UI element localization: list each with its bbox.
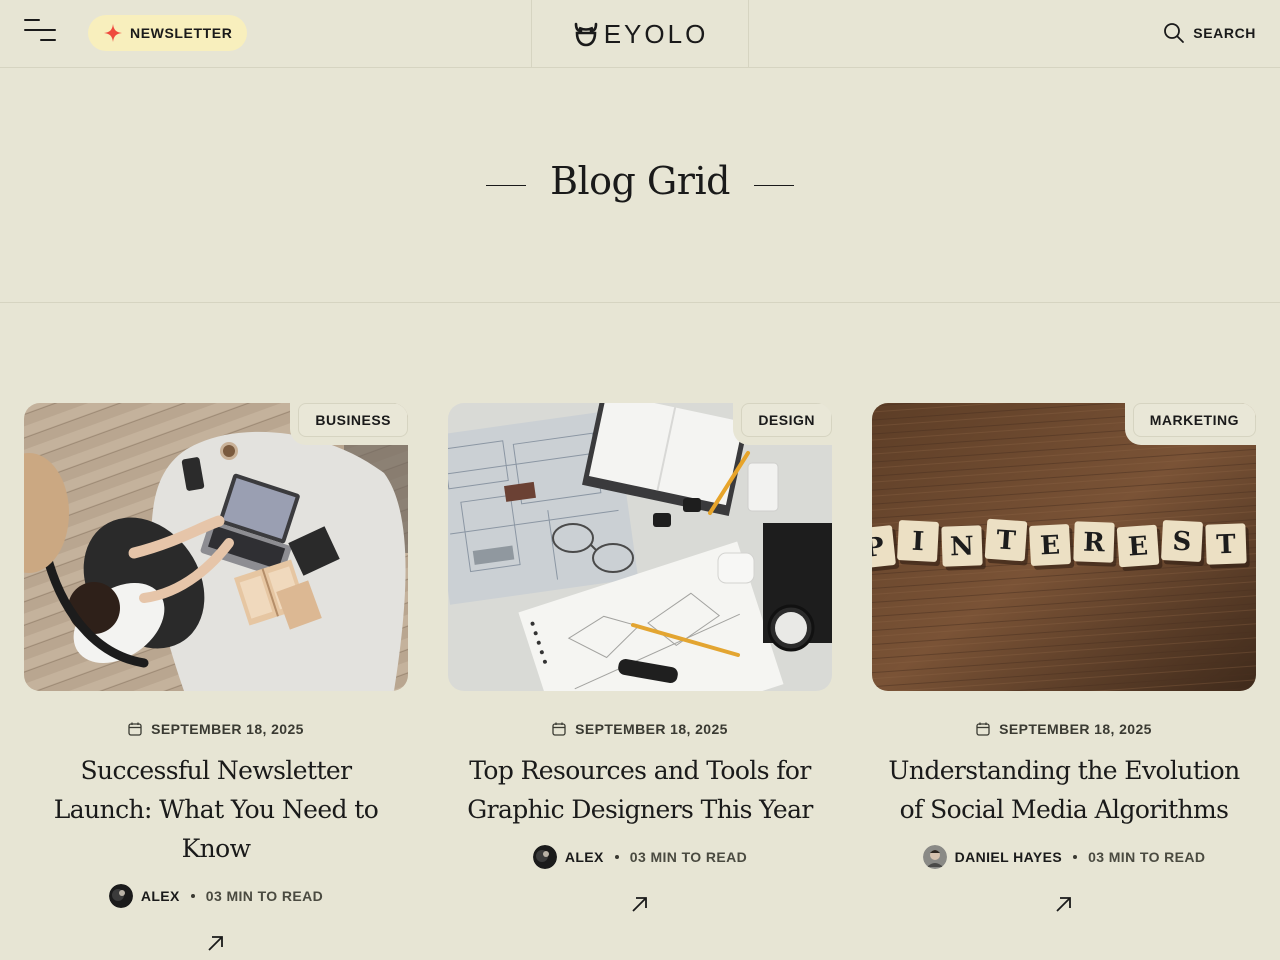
category-tag[interactable]: DESIGN: [741, 403, 832, 437]
letter-tile: T: [1205, 523, 1250, 569]
letter-tiles: PINTEREST: [872, 518, 1250, 573]
logo-text: EYOLO: [603, 18, 709, 49]
search-button[interactable]: SEARCH: [1163, 20, 1256, 46]
arrow-up-right-icon[interactable]: [1053, 893, 1075, 915]
letter-tile: P: [872, 525, 900, 573]
read-time: 03 MIN TO READ: [1088, 849, 1206, 865]
post-date: SEPTEMBER 18, 2025: [24, 721, 408, 737]
category-tag[interactable]: BUSINESS: [298, 403, 408, 437]
tile-letter: E: [1127, 531, 1149, 562]
arrow-up-right-icon[interactable]: [205, 932, 227, 954]
sparkle-icon: [103, 23, 123, 43]
arrow-up-right-icon[interactable]: [629, 893, 651, 915]
letter-tile: I: [897, 520, 942, 567]
post-title[interactable]: Understanding the Evolution of Social Me…: [872, 751, 1256, 829]
post-date: SEPTEMBER 18, 2025: [872, 721, 1256, 737]
post-date-text: SEPTEMBER 18, 2025: [999, 721, 1152, 737]
bull-logo-icon: [572, 20, 600, 48]
site-header: NEWSLETTER EYOLO SEARCH: [0, 0, 1280, 68]
category-tag[interactable]: MARKETING: [1132, 403, 1256, 437]
tile-letter: T: [995, 525, 1017, 556]
calendar-icon: [128, 722, 142, 736]
calendar-icon: [976, 722, 990, 736]
menu-line: [24, 19, 40, 21]
designer-desk-sketches-image: [448, 403, 832, 691]
tile-letter: N: [950, 532, 975, 563]
blog-card: DESIGN SEPTEMBER 18, 2025 Top Resources …: [448, 403, 832, 933]
search-icon: [1163, 22, 1185, 44]
letter-tile: E: [1029, 524, 1075, 570]
title-dash-left: [486, 184, 527, 186]
title-dash-right: [753, 184, 794, 186]
tile-letter: I: [911, 527, 925, 558]
tile-letter: T: [1216, 530, 1237, 561]
read-time: 03 MIN TO READ: [629, 849, 748, 865]
author-name[interactable]: DANIEL HAYES: [955, 849, 1063, 865]
post-date: SEPTEMBER 18, 2025: [448, 721, 832, 737]
menu-toggle-button[interactable]: [24, 18, 56, 42]
post-thumbnail[interactable]: BUSINESS: [24, 403, 408, 691]
meta-separator: [1073, 855, 1078, 859]
author-name[interactable]: ALEX: [565, 849, 604, 865]
tile-letter: S: [1172, 527, 1192, 558]
author-avatar: [108, 884, 133, 908]
pinterest-letter-tiles-image: PINTEREST: [872, 403, 1256, 691]
post-thumbnail[interactable]: PINTEREST MARKETING: [872, 403, 1256, 691]
search-label: SEARCH: [1193, 25, 1256, 41]
post-meta: DANIEL HAYES 03 MIN TO READ: [872, 845, 1256, 869]
newsletter-button[interactable]: NEWSLETTER: [88, 15, 247, 51]
site-logo[interactable]: EYOLO: [531, 0, 749, 68]
meta-separator: [614, 855, 619, 859]
post-thumbnail[interactable]: DESIGN: [448, 403, 832, 691]
category-tag-wrap: BUSINESS: [290, 403, 408, 445]
blog-card: BUSINESS SEPTEMBER 18, 2025 Successful N…: [24, 403, 408, 951]
menu-line: [40, 39, 56, 41]
letter-tile: R: [1073, 521, 1118, 567]
blog-card: PINTEREST MARKETING SEPTEMBER 18, 2025 U…: [872, 403, 1256, 933]
post-date-text: SEPTEMBER 18, 2025: [575, 721, 728, 737]
post-meta: ALEX 03 MIN TO READ: [24, 884, 408, 908]
meta-separator: [190, 894, 195, 898]
read-time: 03 MIN TO READ: [205, 888, 324, 904]
letter-tile: S: [1161, 520, 1206, 567]
author-name[interactable]: ALEX: [141, 888, 180, 904]
category-tag-wrap: MARKETING: [1124, 403, 1256, 445]
author-avatar: [922, 845, 947, 869]
page-title: Blog Grid: [550, 159, 730, 203]
author-avatar: [532, 845, 557, 869]
post-date-text: SEPTEMBER 18, 2025: [151, 721, 304, 737]
newsletter-label: NEWSLETTER: [130, 25, 233, 41]
category-tag-wrap: DESIGN: [733, 403, 832, 445]
tile-letter: R: [1083, 528, 1106, 559]
page-hero: Blog Grid: [0, 68, 1280, 303]
tile-letter: E: [1039, 531, 1060, 562]
woman-working-on-laptop-image: [24, 403, 408, 691]
letter-tile: E: [1116, 524, 1163, 571]
menu-line: [24, 29, 56, 31]
letter-tile: T: [984, 518, 1030, 566]
post-meta: ALEX 03 MIN TO READ: [448, 845, 832, 869]
calendar-icon: [552, 722, 566, 736]
post-title[interactable]: Successful Newsletter Launch: What You N…: [24, 751, 408, 868]
letter-tile: N: [941, 525, 986, 571]
post-title[interactable]: Top Resources and Tools for Graphic Desi…: [448, 751, 832, 829]
